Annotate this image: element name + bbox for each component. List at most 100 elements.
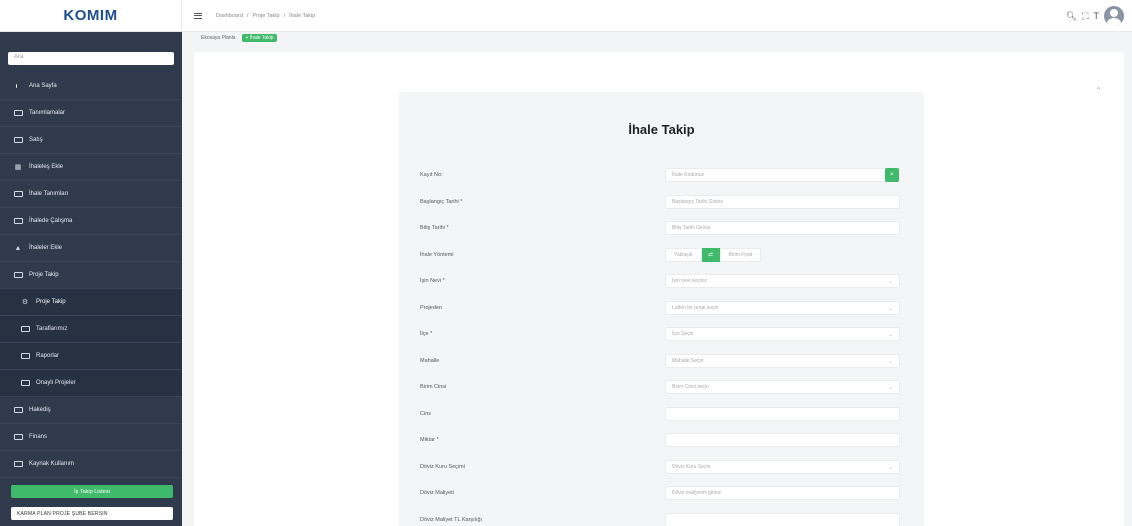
- folder-icon: [13, 271, 23, 279]
- input-field[interactable]: İhale Kodunuz ⌕: [665, 168, 900, 182]
- sidebar-item[interactable]: İhalede Çalışma: [0, 208, 182, 235]
- option-birim-fiyat[interactable]: Birim Fiyat: [719, 247, 762, 262]
- search-button[interactable]: ⌕: [885, 168, 899, 182]
- option-yaklasik[interactable]: Yaklaşık: [665, 247, 702, 262]
- folder-icon: [13, 460, 23, 468]
- breadcrumb-item: İhale Takip: [289, 12, 316, 19]
- search-icon[interactable]: 🔍︎: [1066, 11, 1077, 22]
- form-row: Cins: [420, 406, 900, 421]
- chevron-down-icon: ⌄: [887, 279, 893, 285]
- sidebar-item[interactable]: Satış: [0, 127, 182, 154]
- collapse-icon[interactable]: ⌃: [1095, 86, 1102, 95]
- input-field[interactable]: [665, 433, 900, 447]
- sidebar-nav: Ana Sayfa Tanımlamalar Satış ▦ İhaleleş Ekle…: [0, 73, 182, 478]
- breadcrumb-item[interactable]: Proje Takip: [252, 13, 279, 19]
- sidebar-item[interactable]: Raporlar: [0, 343, 182, 370]
- select-field[interactable]: İşin nevi seçiniz ⌄: [665, 274, 900, 288]
- sidebar-item[interactable]: Finans: [0, 424, 182, 451]
- sidebar-item-label: Taraflarımız: [36, 326, 68, 332]
- select-field[interactable]: Lütfen bir proje seçin ⌄: [665, 300, 900, 315]
- sidebar-item[interactable]: Hakediş: [0, 397, 182, 424]
- folder-icon: [13, 109, 23, 117]
- sidebar-item-label: Raporlar: [36, 353, 60, 359]
- input-field[interactable]: Döviz maliyetini giriniz: [665, 486, 900, 500]
- form-row: Döviz Maliyeti Döviz maliyetini giriniz: [420, 486, 900, 500]
- form-row: Bitiş Tarihi * Bitiş Tarihi Giriniz: [420, 221, 900, 235]
- folder-icon: [13, 190, 23, 198]
- sidebar-item[interactable]: ▲ İhaleler Ekle: [0, 235, 182, 262]
- field-label: Döviz Maliyet TL Karşılığı: [420, 516, 483, 523]
- sidebar-item[interactable]: Tanımlamalar: [0, 100, 182, 127]
- select-field[interactable]: Döviz Kuru Seçin ⌄: [665, 459, 900, 474]
- field-label: Miktar *: [420, 437, 439, 443]
- sidebar-item-label: İhaleler Ekle: [29, 245, 63, 251]
- menu-toggle-icon[interactable]: [194, 12, 202, 19]
- ihale-form: İhale Takip Kayıt No: İhale Kodunuz ⌕ Başla…: [399, 92, 924, 526]
- toggle-switch-icon[interactable]: ⇄: [701, 247, 720, 262]
- sidebar-item-label: İhale Tanımları: [29, 191, 69, 197]
- folder-icon: [13, 217, 23, 225]
- folder-icon: [13, 406, 23, 414]
- sidebar-search-input[interactable]: Ara: [8, 52, 174, 65]
- field-label: İhale Yöntemi: [420, 251, 454, 258]
- field-label: Başlangıç Tarihi *: [420, 198, 463, 205]
- input-field[interactable]: Başlangıç Tarihi Giriniz: [665, 194, 900, 209]
- dot-icon: [13, 82, 23, 90]
- chevron-down-icon: ⌄: [887, 332, 893, 338]
- select-field[interactable]: İlçe Seçin ⌄: [665, 327, 900, 341]
- sub-tabs: Ekosaya Planla + İhale Takip: [198, 33, 277, 43]
- chevron-down-icon: ⌄: [887, 305, 893, 312]
- sidebar-item[interactable]: Kaynak Kullanım: [0, 451, 182, 478]
- folder-icon: [20, 325, 30, 333]
- upload-icon: ▲: [14, 244, 22, 252]
- breadcrumb-item[interactable]: Dashboard: [216, 13, 243, 19]
- sidebar-item-label: Finans: [29, 434, 48, 440]
- form-row: Miktar *: [420, 433, 900, 447]
- sidebar-item-label: İhalede Çalışma: [29, 218, 73, 224]
- field-label: Mahalle: [420, 357, 440, 364]
- select-field[interactable]: Mahalle Seçin ⌄: [665, 353, 900, 368]
- sidebar-item[interactable]: ⚙ Proje Takip: [0, 289, 182, 316]
- field-label: Cins: [420, 410, 432, 417]
- gear-icon: ⚙: [21, 299, 29, 306]
- tab-ihale-takip[interactable]: + İhale Takip: [242, 34, 277, 42]
- breadcrumb: Dashboard / Proje Takip / İhale Takip: [216, 13, 315, 19]
- field-label: Birim Cinsi: [420, 384, 447, 390]
- form-row: Döviz Kuru Seçimi Döviz Kuru Seçin ⌄: [420, 459, 900, 474]
- user-avatar[interactable]: [1104, 6, 1124, 26]
- sidebar-item[interactable]: Ana Sayfa: [0, 73, 182, 100]
- field-label: Bitiş Tarihi *: [420, 225, 449, 231]
- field-label: Kayıt No:: [420, 172, 443, 178]
- form-row: İşin Nevi * İşin nevi seçiniz ⌄: [420, 274, 900, 288]
- sidebar-item[interactable]: Onaylı Projeler: [0, 370, 182, 397]
- sidebar-item-label: Satış: [29, 137, 43, 143]
- folder-icon: [13, 136, 23, 144]
- field-label: İşin Nevi *: [420, 278, 445, 284]
- sidebar-item[interactable]: Proje Takip: [0, 262, 182, 289]
- task-list-button[interactable]: İş Takip Listesi: [11, 485, 173, 498]
- input-field[interactable]: [665, 406, 900, 421]
- chevron-down-icon: ⌄: [887, 464, 893, 471]
- top-icons: 🔍︎ ⛶ T: [1066, 6, 1124, 26]
- sidebar-item[interactable]: İhale Tanımları: [0, 181, 182, 208]
- plan-label: KARMA PLAN PROJE ŞUBE BERSIN: [11, 507, 173, 520]
- tab-ekosaya[interactable]: Ekosaya Planla: [198, 34, 238, 42]
- sidebar-item-label: Proje Takip: [29, 272, 59, 278]
- input-field[interactable]: Bitiş Tarihi Giriniz: [665, 221, 900, 235]
- top-bar: Dashboard / Proje Takip / İhale Takip 🔍︎…: [182, 0, 1132, 32]
- app-logo[interactable]: KOMIM: [63, 7, 117, 24]
- font-size-icon[interactable]: T: [1094, 11, 1100, 21]
- field-placeholder: Başlangıç Tarihi Giriniz: [672, 198, 723, 205]
- field-placeholder: Döviz Kuru Seçin: [672, 463, 711, 470]
- form-row: Projeden Lütfen bir proje seçin ⌄: [420, 300, 900, 315]
- field-label: İlçe *: [420, 331, 433, 337]
- sidebar-item[interactable]: ▦ İhaleleş Ekle: [0, 154, 182, 181]
- form-row: Birim Cinsi Birim Cinsi seçin ⌄: [420, 380, 900, 394]
- form-row: Döviz Maliyet TL Karşılığı: [420, 512, 900, 526]
- field-placeholder: Mahalle Seçin: [672, 357, 704, 364]
- ihale-yontemi-toggle: Yaklaşık ⇄ Birim Fiyat: [665, 247, 900, 262]
- fullscreen-icon[interactable]: ⛶: [1082, 11, 1088, 22]
- input-field[interactable]: [665, 512, 900, 526]
- sidebar-item[interactable]: Taraflarımız: [0, 316, 182, 343]
- select-field[interactable]: Birim Cinsi seçin ⌄: [665, 380, 900, 394]
